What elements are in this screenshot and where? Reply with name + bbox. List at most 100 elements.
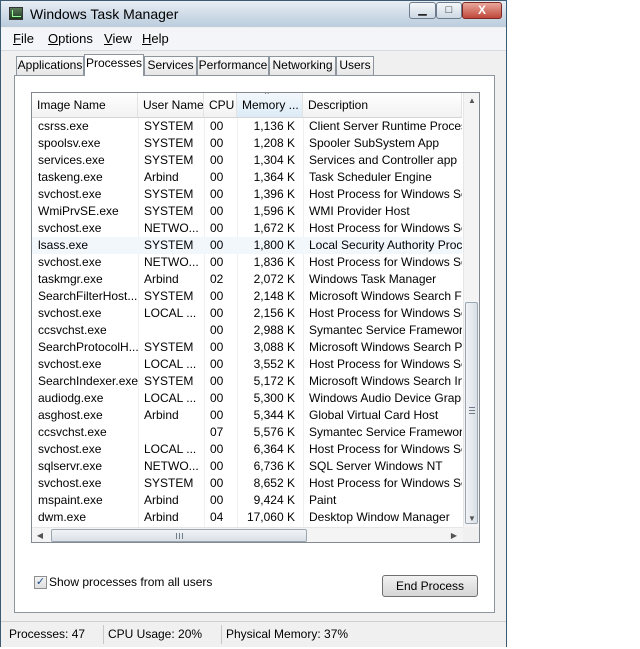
menu-view[interactable]: View — [104, 31, 132, 46]
table-row[interactable]: spoolsv.exe SYSTEM 00 1,208 K Spooler SubSys… — [32, 135, 462, 152]
cell-memory: 2,072 K — [253, 272, 295, 286]
minimize-button[interactable]: ▁ — [409, 2, 436, 19]
menu-bar: File Options View Help — [1, 28, 506, 51]
cell-memory: 1,208 K — [253, 136, 295, 150]
table-row[interactable]: svchost.exe NETWO... 00 1,672 K Host Process… — [32, 220, 462, 237]
cell-description: Symantec Service Framework — [309, 425, 462, 439]
table-row[interactable]: ccsvchst.exe 00 2,988 K Symantec Service Fr… — [32, 322, 462, 339]
cell-description: Host Process for Windows Serv — [309, 187, 462, 201]
cell-user-name — [144, 424, 204, 441]
table-row[interactable]: services.exe SYSTEM 00 1,304 K Services and … — [32, 152, 462, 169]
menu-options[interactable]: Options — [48, 31, 93, 46]
cell-description: Global Virtual Card Host — [309, 408, 439, 422]
table-row[interactable]: lsass.exe SYSTEM 00 1,800 K Local Security A… — [32, 237, 462, 254]
cell-image-name: lsass.exe — [38, 238, 89, 252]
window-title: Windows Task Manager — [30, 6, 179, 22]
horizontal-scrollbar[interactable]: ◀ ▶ — [32, 527, 463, 542]
scroll-down-arrow-icon[interactable]: ▼ — [464, 511, 479, 527]
table-row[interactable]: mspaint.exe Arbind 00 9,424 K Paint — [32, 492, 462, 509]
column-header-image-name[interactable]: Image Name — [32, 93, 138, 117]
cell-description: Host Process for Windows Serv — [309, 476, 462, 490]
table-row[interactable]: dwm.exe Arbind 04 17,060 K Desktop Window Ma… — [32, 509, 462, 526]
column-header-cpu[interactable]: CPU — [204, 93, 237, 117]
processes-panel: Image Name User Name CPU ^ Memory ... De… — [14, 75, 495, 613]
table-row[interactable]: asghost.exe Arbind 00 5,344 K Global Virtual… — [32, 407, 462, 424]
vertical-scrollbar[interactable]: ▲ ▼ — [463, 93, 479, 527]
cell-user-name: Arbind — [144, 408, 179, 422]
menu-file-label: ile — [20, 31, 34, 46]
cell-user-name: SYSTEM — [144, 119, 194, 133]
cell-image-name: csrss.exe — [38, 119, 89, 133]
tab-users[interactable]: Users — [336, 56, 374, 75]
thumb-grip — [176, 533, 177, 539]
cell-user-name: SYSTEM — [144, 289, 194, 303]
tab-networking[interactable]: Networking — [269, 56, 336, 75]
maximize-button[interactable]: □ — [436, 2, 462, 19]
cell-image-name: spoolsv.exe — [38, 136, 101, 150]
table-row[interactable]: svchost.exe SYSTEM 00 8,652 K Host Process f… — [32, 475, 462, 492]
tab-applications[interactable]: Applications — [16, 56, 84, 75]
process-list[interactable]: Image Name User Name CPU ^ Memory ... De… — [31, 92, 480, 543]
table-row[interactable]: SearchProtocolH... SYSTEM 00 3,088 K Microso… — [32, 339, 462, 356]
cell-description: Microsoft Windows Search Proto — [309, 340, 462, 354]
scroll-left-arrow-icon[interactable]: ◀ — [32, 528, 48, 542]
cell-memory: 1,136 K — [253, 119, 295, 133]
cell-memory: 1,364 K — [253, 170, 295, 184]
table-row[interactable]: SearchFilterHost.... SYSTEM 00 2,148 K Micro… — [32, 288, 462, 305]
thumb-grip — [179, 533, 180, 539]
tab-processes[interactable]: Processes — [84, 54, 144, 76]
menu-help[interactable]: Help — [142, 31, 169, 46]
show-all-users-checkbox[interactable]: ✓ — [34, 576, 47, 589]
cell-cpu: 00 — [210, 408, 224, 422]
table-row[interactable]: taskeng.exe Arbind 00 1,364 K Task Scheduler… — [32, 169, 462, 186]
scroll-right-arrow-icon[interactable]: ▶ — [446, 528, 462, 542]
tab-services[interactable]: Services — [144, 56, 197, 75]
cell-user-name: SYSTEM — [144, 187, 194, 201]
table-row[interactable]: ccsvchst.exe 07 5,576 K Symantec Service Fr… — [32, 424, 462, 441]
scroll-up-arrow-icon[interactable]: ▲ — [464, 93, 479, 109]
cell-cpu: 00 — [210, 493, 224, 507]
table-row[interactable]: SearchIndexer.exe SYSTEM 00 5,172 K Microsof… — [32, 373, 462, 390]
thumb-grip — [182, 533, 183, 539]
table-row[interactable]: svchost.exe LOCAL ... 00 3,552 K Host Proces… — [32, 356, 462, 373]
cell-image-name: ccsvchst.exe — [38, 323, 107, 337]
column-header-description[interactable]: Description — [303, 93, 462, 117]
table-row[interactable]: sqlservr.exe NETWO... 00 6,736 K SQL Server … — [32, 458, 462, 475]
table-row[interactable]: audiodg.exe LOCAL ... 00 5,300 K Windows Aud… — [32, 390, 462, 407]
menu-file[interactable]: File — [13, 31, 34, 46]
table-row[interactable]: WmiPrvSE.exe SYSTEM 00 1,596 K WMI Provider … — [32, 203, 462, 220]
cell-memory: 3,088 K — [253, 340, 295, 354]
cell-user-name: LOCAL ... — [144, 306, 197, 320]
cell-image-name: svchost.exe — [38, 187, 102, 201]
menu-help-access-key: H — [142, 31, 152, 46]
cell-image-name: taskeng.exe — [38, 170, 103, 184]
table-row[interactable]: svchost.exe SYSTEM 00 1,396 K Host Process f… — [32, 186, 462, 203]
cell-description: Paint — [309, 493, 337, 507]
cell-user-name: SYSTEM — [144, 374, 194, 388]
cell-cpu: 02 — [210, 272, 224, 286]
table-row[interactable]: svchost.exe NETWO... 00 1,836 K Host Process… — [32, 254, 462, 271]
cell-image-name: svchost.exe — [38, 255, 102, 269]
cell-memory: 2,156 K — [253, 306, 295, 320]
cell-cpu: 00 — [210, 187, 224, 201]
cell-description: WMI Provider Host — [309, 204, 410, 218]
vertical-scroll-thumb[interactable] — [465, 302, 478, 524]
cell-cpu: 00 — [210, 119, 224, 133]
title-bar[interactable]: Windows Task Manager ▁ □ X — [1, 1, 506, 27]
column-header-memory-label: Memory ... — [242, 98, 299, 112]
status-processes: Processes: 47 — [9, 627, 86, 641]
close-button[interactable]: X — [462, 2, 502, 19]
column-header-user-name[interactable]: User Name — [138, 93, 204, 117]
table-row[interactable]: svchost.exe LOCAL ... 00 6,364 K Host Proces… — [32, 441, 462, 458]
tab-performance[interactable]: Performance — [197, 56, 269, 75]
task-manager-window: Windows Task Manager ▁ □ X File Options … — [0, 0, 507, 647]
horizontal-scroll-thumb[interactable] — [51, 529, 307, 542]
table-row[interactable]: svchost.exe LOCAL ... 00 2,156 K Host Proces… — [32, 305, 462, 322]
cell-image-name: svchost.exe — [38, 357, 102, 371]
table-row[interactable]: taskmgr.exe Arbind 02 2,072 K Windows Task M… — [32, 271, 462, 288]
cell-description: Host Process for Windows Serv — [309, 357, 462, 371]
menu-options-label: ptions — [58, 31, 93, 46]
column-header-memory[interactable]: ^ Memory ... — [237, 93, 303, 117]
end-process-button[interactable]: End Process — [382, 575, 478, 597]
table-row[interactable]: csrss.exe SYSTEM 00 1,136 K Client Server Ru… — [32, 118, 462, 135]
